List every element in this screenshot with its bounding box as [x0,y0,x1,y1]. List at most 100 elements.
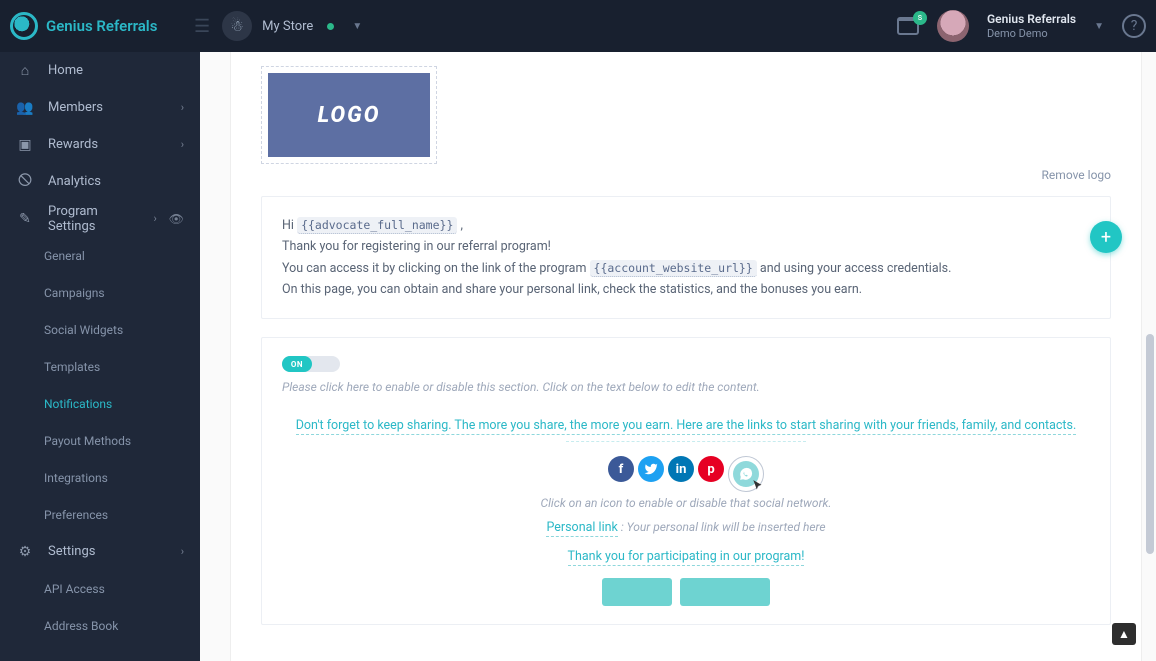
avatar[interactable] [937,10,969,42]
sidebar-item-label: General [44,249,85,263]
sidebar-item-label: Settings [48,544,95,559]
help-icon[interactable]: ? [1122,14,1146,38]
brand-name: Genius Referrals [46,17,157,35]
variable-chip-account-url[interactable]: {{account_website_url}} [590,260,757,277]
edit-icon: ✎ [16,211,34,227]
whatsapp-icon-ring[interactable] [728,456,764,492]
sidebar-item-templates[interactable]: Templates [0,348,200,385]
body-text: Thank you for registering in our referra… [282,239,551,254]
sidebar-item-settings[interactable]: ⚙Settings› [0,533,200,570]
remove-logo-link[interactable]: Remove logo [1042,168,1111,182]
section-toggle[interactable]: ON [282,356,340,372]
sidebar-item-integrations[interactable]: Integrations [0,459,200,496]
inbox-badge: s [913,11,927,25]
sidebar-item-label: API Access [44,582,105,596]
brand-logo-icon [10,12,38,40]
twitter-icon[interactable] [638,456,664,482]
inbox-icon[interactable]: s [897,17,919,35]
action-button[interactable] [680,578,770,606]
sidebar-item-rewards[interactable]: ▣ Rewards › [0,126,200,163]
sidebar-item-label: Payout Methods [44,434,131,448]
rewards-icon: ▣ [16,137,34,153]
editor-sheet: LOGO Remove logo Hi {{advocate_full_name… [230,52,1142,661]
sidebar-item-label: Analytics [48,174,101,189]
body-text: You can access it by clicking on the lin… [282,261,590,276]
sidebar-item-label: Templates [44,360,100,374]
user-sub: Demo Demo [987,27,1076,40]
sidebar-item-label: Social Widgets [44,323,123,337]
home-icon: ⌂ [16,62,34,79]
sidebar: ⌂ Home 👥 Members › ▣ Rewards › 🛇 Analytics ✎ Pr… [0,52,200,661]
sidebar-item-label: Program Settings [48,204,139,234]
sidebar-item-label: Home [48,63,83,78]
greeting-panel[interactable]: Hi {{advocate_full_name}} , Thank you fo… [261,196,1111,319]
chevron-right-icon: › [181,545,184,558]
sidebar-item-program-settings[interactable]: ✎ Program Settings › 👁 [0,200,200,237]
social-icon-row: f in p [282,456,1090,492]
body-text: and using your access credentials. [760,261,952,276]
store-icon: ☃ [222,11,252,41]
logo-placeholder: LOGO [268,73,430,157]
chevron-right-icon: › [181,138,184,151]
action-button[interactable] [602,578,672,606]
logo-section: LOGO Remove logo [261,66,1111,182]
sidebar-item-notifications[interactable]: Notifications [0,385,200,422]
social-hint: Click on an icon to enable or disable th… [282,496,1090,510]
sidebar-item-members[interactable]: 👥 Members › [0,89,200,126]
variable-chip-advocate-name[interactable]: {{advocate_full_name}} [297,217,457,234]
brand-area: Genius Referrals [10,12,200,40]
chevron-down-icon[interactable]: ▼ [1094,21,1104,32]
linkedin-icon[interactable]: in [668,456,694,482]
user-menu[interactable]: Genius Referrals Demo Demo [987,12,1076,40]
sidebar-item-api-access[interactable]: API Access [0,570,200,607]
chevron-right-icon: › [181,101,184,114]
sidebar-item-label: Integrations [44,471,108,485]
sidebar-item-payout[interactable]: Payout Methods [0,422,200,459]
sidebar-item-label: Rewards [48,137,98,152]
sidebar-toggle-icon[interactable]: ☰ [194,16,210,37]
store-name: My Store [262,19,313,34]
sidebar-submenu: General Campaigns Social Widgets Templat… [0,237,200,533]
toggle-knob: ON [282,356,312,372]
sidebar-item-label: Address Book [44,619,118,633]
logo-dropzone[interactable]: LOGO [261,66,437,164]
users-icon: 👥 [16,100,34,116]
pinterest-icon[interactable]: p [698,456,724,482]
sidebar-item-analytics[interactable]: 🛇 Analytics [0,163,200,200]
eye-icon: 👁 [169,212,184,226]
topbar: Genius Referrals ☰ ☃ My Store ▼ s Genius… [0,0,1156,52]
sidebar-item-label: Preferences [44,508,108,522]
store-picker[interactable]: ☃ My Store ▼ [222,11,362,41]
share-cta-text[interactable]: Don't forget to keep sharing. The more y… [296,418,1077,435]
chevron-right-icon: › [153,212,156,225]
sidebar-item-preferences[interactable]: Preferences [0,496,200,533]
cursor-icon [751,479,765,493]
gauge-icon: 🛇 [16,170,34,194]
sidebar-item-address-book[interactable]: Address Book [0,607,200,644]
sidebar-submenu: API Access Address Book [0,570,200,644]
top-right-cluster: s Genius Referrals Demo Demo ▼ ? [897,10,1146,42]
section-hint: Please click here to enable or disable t… [282,380,1090,394]
greeting-text: Hi [282,218,297,233]
sidebar-item-label: Members [48,100,103,115]
scrollbar-thumb[interactable] [1146,334,1154,554]
body-text: On this page, you can obtain and share y… [282,282,862,297]
main-area: LOGO Remove logo Hi {{advocate_full_name… [200,52,1156,661]
add-section-button[interactable]: + [1090,221,1122,253]
sharing-panel: ON Please click here to enable or disabl… [261,337,1111,625]
personal-link-label[interactable]: Personal link [546,520,617,537]
thanks-text[interactable]: Thank you for participating in our progr… [568,549,805,566]
action-row [282,578,1090,606]
user-name: Genius Referrals [987,12,1076,26]
facebook-icon[interactable]: f [608,456,634,482]
sidebar-item-label: Notifications [44,397,112,411]
sidebar-item-general[interactable]: General [0,237,200,274]
scroll-to-top-button[interactable]: ▲ [1112,623,1136,645]
sidebar-item-label: Campaigns [44,286,105,300]
sidebar-item-home[interactable]: ⌂ Home [0,52,200,89]
chevron-down-icon: ▼ [352,21,362,32]
sidebar-item-campaigns[interactable]: Campaigns [0,274,200,311]
greeting-text: , [461,218,463,233]
personal-link-desc: : Your personal link will be inserted he… [621,520,826,534]
sidebar-item-social-widgets[interactable]: Social Widgets [0,311,200,348]
